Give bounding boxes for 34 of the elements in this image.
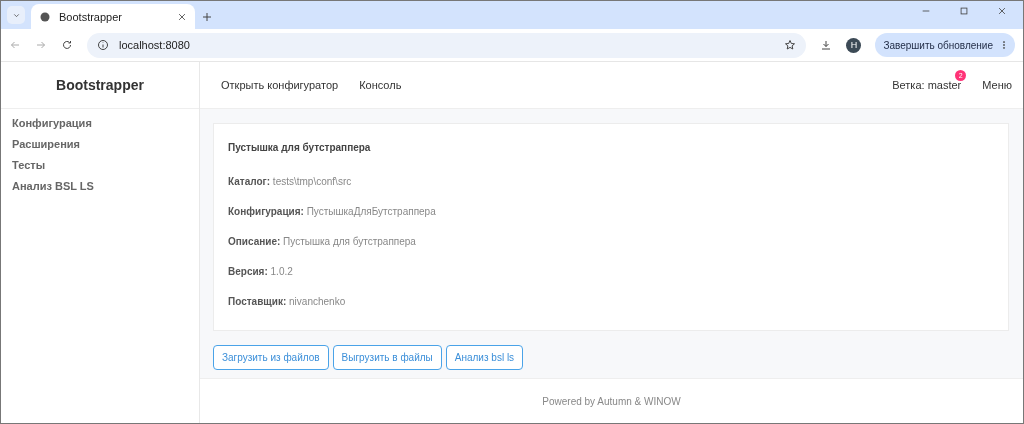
download-icon [820, 39, 833, 51]
new-tab-icon [201, 11, 213, 23]
star-icon [784, 39, 797, 51]
reload-icon [61, 39, 73, 51]
menu-link[interactable]: Меню [982, 79, 1012, 91]
info-field: Конфигурация: ПустышкаДляБутстраппера [228, 206, 994, 217]
maximize-icon [959, 6, 969, 16]
close-icon [997, 6, 1007, 16]
forward-icon [35, 39, 47, 51]
app-title: Bootstrapper [56, 77, 144, 93]
action-button[interactable]: Анализ bsl ls [445, 345, 524, 370]
sidebar-item[interactable]: Конфигурация [1, 113, 199, 134]
info-field: Каталог: tests\tmp\conf\src [228, 176, 994, 187]
info-field: Описание: Пустышка для бутстраппера [228, 236, 994, 247]
sidebar-item[interactable]: Анализ BSL LS [1, 176, 199, 197]
update-button[interactable]: Завершить обновление [875, 33, 1015, 57]
address-bar[interactable]: localhost:8080 [87, 32, 807, 58]
action-button[interactable]: Загрузить из файлов [213, 345, 329, 370]
browser-tab[interactable]: Bootstrapper [31, 4, 195, 29]
tab-list-button[interactable] [7, 6, 25, 24]
info-icon [97, 39, 109, 51]
card-title: Пустышка для бутстраппера [228, 142, 372, 153]
close-icon [177, 11, 187, 22]
info-field: Версия: 1.0.2 [228, 266, 994, 277]
sidebar-item[interactable]: Тесты [1, 155, 199, 176]
back-icon [9, 39, 21, 51]
action-button[interactable]: Выгрузить в файлы [332, 345, 442, 370]
branch-link[interactable]: Ветка: master [892, 79, 962, 91]
profile-avatar[interactable]: H [846, 37, 862, 53]
info-field: Поставщик: nivanchenko [228, 296, 994, 307]
sidebar-item[interactable]: Расширения [1, 134, 199, 155]
footer-text: Powered by Autumn & WINOW [542, 395, 681, 407]
nav-link[interactable]: Консоль [359, 79, 402, 91]
nav-link[interactable]: Открыть конфигуратор [221, 79, 339, 91]
